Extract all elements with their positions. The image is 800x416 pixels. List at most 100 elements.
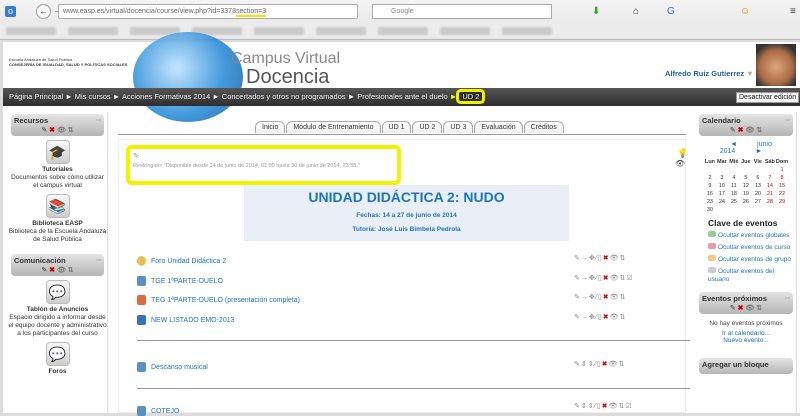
calendar-day[interactable]: 27 <box>752 198 764 206</box>
calendar-day[interactable]: 14 <box>764 182 776 190</box>
calendar-day[interactable]: 15 <box>776 182 788 190</box>
calendar-day[interactable]: 22 <box>776 190 788 198</box>
calendar-day[interactable]: 16 <box>704 190 716 198</box>
menu-icon[interactable]: ≡ <box>790 6 796 17</box>
calendar-day[interactable]: 12 <box>740 182 752 190</box>
calendar-day[interactable]: 9 <box>704 182 716 190</box>
activity-edit-icons[interactable]: ✎⇕⇕⁄▯✖👁⇅ <box>574 360 625 368</box>
calendar-day[interactable]: 28 <box>764 198 776 206</box>
user-name[interactable]: Alfredo Ruiz Gutierrez <box>665 69 744 78</box>
tab-evaluacion[interactable]: Evaluación <box>474 121 523 133</box>
main-content: Inicio Módulo de Entrenamiento UD 1 UD 2 UD … <box>115 112 690 416</box>
eye-icon <box>708 243 716 249</box>
activity-tge[interactable]: TGE 1ªPARTE-DUELO <box>137 276 223 286</box>
home-icon[interactable]: ⌂ <box>633 6 639 17</box>
activity-edit-icons[interactable]: ✎→✥⁄▯✖👁⇅ <box>574 293 626 301</box>
block-header-agregar[interactable]: Agregar un bloque <box>699 358 793 374</box>
url-bar[interactable]: www.easp.es/virtual/docencia/course/view… <box>58 4 358 19</box>
addon-icon[interactable]: ☺ <box>740 6 750 17</box>
calendar-day[interactable]: 18 <box>728 190 740 198</box>
calendar-day[interactable]: 20 <box>752 190 764 198</box>
dock-icon[interactable]: ▫▫ <box>96 117 101 124</box>
weekday-header: Mar <box>716 159 727 165</box>
calendar-day[interactable]: 30 <box>704 206 716 214</box>
toggle-course-events[interactable]: Ocultar eventos de curso <box>708 243 792 252</box>
resource-foros[interactable]: 💬 Foros <box>8 342 107 376</box>
crumb[interactable]: Página Principal <box>9 92 63 101</box>
crumb[interactable]: Concertados y otros no programados <box>222 92 346 101</box>
calendar-day[interactable]: 24 <box>716 198 728 206</box>
edit-icon[interactable]: ✎ <box>133 152 139 160</box>
activity-cotejo[interactable]: COTEJO <box>137 406 179 416</box>
search-input[interactable]: Google <box>372 4 552 19</box>
tab-ud3[interactable]: UD 3 <box>443 121 474 133</box>
calendar-day[interactable]: 6 <box>752 174 764 182</box>
download-icon[interactable]: ⬇ <box>592 6 600 17</box>
toggle-global-events[interactable]: Ocultar eventos globales <box>708 231 792 240</box>
dock-icon[interactable]: ▫▫ <box>785 295 790 302</box>
toggle-edit-button[interactable]: Desactivar edición <box>736 92 800 103</box>
calendar-day[interactable]: 8 <box>776 174 788 182</box>
crumb-current[interactable]: UD 2 <box>459 92 483 101</box>
activity-listado[interactable]: NEW LISTADO EMO-2013 <box>137 315 235 325</box>
calendar-day[interactable]: 29 <box>776 198 788 206</box>
activity-descanso[interactable]: Descanso musical <box>137 362 208 372</box>
dock-icon[interactable]: ▫▫ <box>96 257 101 264</box>
globe-image <box>133 32 243 122</box>
browser-menu-icon[interactable]: o <box>5 6 16 17</box>
resource-biblioteca[interactable]: 📚 Biblioteca EASP Biblioteca de la Escuela… <box>8 194 107 244</box>
tab-modulo[interactable]: Módulo de Entrenamiento <box>286 121 381 133</box>
section-content: ✎ Restringido: "Disponible desde 14 de ju… <box>118 139 690 416</box>
crumb[interactable]: Profesionales ante el duelo <box>357 92 447 101</box>
calendar-day[interactable]: 1 <box>776 166 788 174</box>
block-edit-icons[interactable]: ✎ ✖ 👁 ⇅ <box>14 266 101 274</box>
crumb[interactable]: Mis cursos <box>75 92 111 101</box>
block-edit-icons[interactable]: ✎ ✖ 👁 ⇅ <box>14 126 101 134</box>
calendar-day[interactable]: 26 <box>740 198 752 206</box>
block-edit-icons[interactable]: ✎ ✖ 👁 ⇅ <box>702 304 790 312</box>
activity-teg[interactable]: TEG 1ªPARTE-DUELO (presentación completa… <box>137 295 300 305</box>
back-icon[interactable]: ← <box>36 4 51 19</box>
activity-edit-icons[interactable]: ✎⇕⇕⁄▯✖👁⇅☑ <box>574 402 633 410</box>
next-month-icon[interactable]: ► <box>755 148 762 155</box>
calendar-day[interactable]: 7 <box>764 174 776 182</box>
avatar[interactable] <box>756 44 796 86</box>
calendar-month[interactable]: junio 2014 <box>720 141 772 155</box>
user-menu[interactable]: Alfredo Ruiz Gutierrez ▼ <box>665 69 754 78</box>
calendar-day[interactable]: 21 <box>764 190 776 198</box>
google-icon[interactable]: G <box>667 6 675 17</box>
search-placeholder: Google <box>391 8 414 15</box>
calendar-day[interactable]: 5 <box>740 174 752 182</box>
calendar-day[interactable]: 19 <box>740 190 752 198</box>
calendar-day[interactable]: 25 <box>728 198 740 206</box>
crumb[interactable]: Acciones Formativas 2014 <box>122 92 210 101</box>
calendar-day[interactable]: 4 <box>728 174 740 182</box>
calendar-day[interactable]: 10 <box>716 182 728 190</box>
tab-ud1[interactable]: UD 1 <box>381 121 412 133</box>
calendar-day[interactable]: 3 <box>716 174 728 182</box>
prev-month-icon[interactable]: ◄ <box>730 141 737 148</box>
activity-foro[interactable]: Foro Unidad Didáctica 2 <box>137 256 226 266</box>
dock-icon[interactable]: ▫▫ <box>785 117 790 124</box>
go-calendar-link[interactable]: Ir al calendario... <box>696 330 796 337</box>
block-edit-icons[interactable]: ✎ ✖ 👁 ⇅ <box>702 126 790 134</box>
eye-icon[interactable]: 👁 <box>675 159 685 168</box>
tab-ud2[interactable]: UD 2 <box>412 121 443 133</box>
calendar-day[interactable]: 17 <box>716 190 728 198</box>
calendar-day[interactable]: 11 <box>728 182 740 190</box>
activity-edit-icons[interactable]: ✎→✥⁄▯✖👁⇅☑ <box>574 274 634 282</box>
toggle-group-events[interactable]: Ocultar eventos de grupo <box>708 255 792 264</box>
calendar-day[interactable]: 2 <box>704 174 716 182</box>
chevron-down-icon[interactable]: ▼ <box>746 69 753 78</box>
calendar-day[interactable]: 13 <box>752 182 764 190</box>
toggle-user-events[interactable]: Ocultar eventos del usuario <box>708 267 792 284</box>
activity-edit-icons[interactable]: ✎→✥⁄▯✖👁⇅ <box>574 313 626 321</box>
lightbulb-icon[interactable]: 💡 <box>677 148 688 159</box>
resource-tutoriales[interactable]: 🎓 Tutoriales Documentos sobre cómo utiliza… <box>8 140 107 190</box>
activity-edit-icons[interactable]: ✎→✥⁄▯✖👁⇅ <box>574 254 626 262</box>
tab-inicio[interactable]: Inicio <box>255 121 286 133</box>
resource-tablon[interactable]: 💬 Tablón de Anuncios Espacio dirigido a in… <box>8 280 107 338</box>
calendar-day[interactable]: 23 <box>704 198 716 206</box>
tab-creditos[interactable]: Créditos <box>523 121 564 133</box>
new-event-link[interactable]: Nuevo evento... <box>696 337 796 344</box>
